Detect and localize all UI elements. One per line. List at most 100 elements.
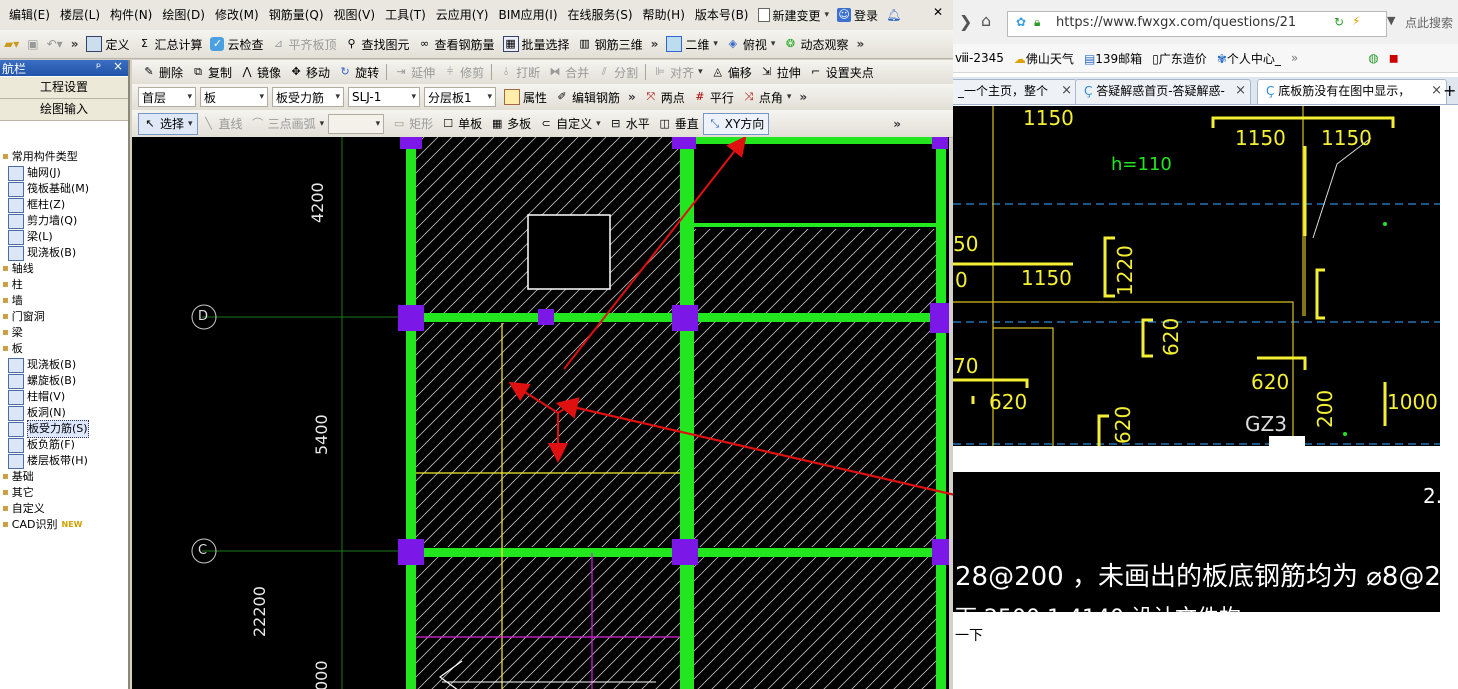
batch-select-button[interactable]: ▦ 批量选择 <box>499 34 574 54</box>
point-angle-dropdown[interactable]: ⤨ 点角 ▾ <box>738 87 796 107</box>
close-icon[interactable]: × <box>1061 80 1072 102</box>
menu-cloud[interactable]: 云应用(Y) <box>431 4 494 26</box>
slab-region[interactable] <box>412 323 682 547</box>
beam[interactable] <box>680 137 694 689</box>
tree-item[interactable]: 框柱(Z) <box>0 197 128 213</box>
beam[interactable] <box>687 223 943 227</box>
browser-tab[interactable]: Ç 答疑解惑首页-答疑解惑- × <box>1075 79 1251 104</box>
column[interactable] <box>672 305 698 331</box>
define-button[interactable]: 定义 <box>82 34 133 54</box>
forward-icon[interactable]: ❯ <box>959 12 972 31</box>
new-change-button[interactable]: 新建变更 ▾ <box>754 5 834 25</box>
home-icon[interactable]: ⌂ <box>981 11 991 30</box>
browser-tab-active[interactable]: Ç 底板筋没有在图中显示， × <box>1257 79 1447 104</box>
cloud-check-button[interactable]: ✓ 云检查 <box>206 34 267 54</box>
xy-direction-button[interactable]: ⤡ XY方向 <box>702 112 770 135</box>
menu-edit[interactable]: 编辑(E) <box>4 4 55 26</box>
break-button[interactable]: ⫰ 打断 <box>495 62 544 82</box>
toolbar-overflow-icon[interactable]: » <box>67 37 83 51</box>
tree-group[interactable]: ▪ 梁 <box>0 325 128 341</box>
stretch-button[interactable]: ⇲ 拉伸 <box>756 62 805 82</box>
app-icon[interactable]: ◍ <box>1368 51 1378 65</box>
layer-select[interactable]: 分层板1 ▾ <box>424 87 496 107</box>
url-field[interactable]: ✿ 🔒︎ https://www.fwxgx.com/questions/21 … <box>1007 11 1387 37</box>
trim-button[interactable]: ⫩ 修剪 <box>439 62 488 82</box>
move-button[interactable]: ✥ 移动 <box>285 62 334 82</box>
dynamic-orbit-button[interactable]: ❂ 动态观察 <box>779 34 852 54</box>
menu-draw[interactable]: 绘图(D) <box>157 4 210 26</box>
menu-floor[interactable]: 楼层(L) <box>55 4 105 26</box>
undo-icon[interactable]: ↶▾ <box>43 34 67 54</box>
favorite-item[interactable]: ✾个人中心_ <box>1217 50 1281 67</box>
tree-group[interactable]: ▪ 轴线 <box>0 261 128 277</box>
search-input[interactable]: 点此搜索 <box>1405 14 1453 31</box>
column[interactable] <box>400 137 422 149</box>
open-icon[interactable]: ▰▾ <box>0 34 23 54</box>
properties-button[interactable]: 属性 <box>500 87 551 107</box>
parallel-button[interactable]: # 平行 <box>689 87 738 107</box>
toolbar-overflow-icon[interactable]: » <box>852 37 868 51</box>
app-icon[interactable]: ◼ <box>1389 51 1399 65</box>
menu-online[interactable]: 在线服务(S) <box>563 4 638 26</box>
tree-group[interactable]: ▪ 门窗洞 <box>0 309 128 325</box>
menu-bim[interactable]: BIM应用(I) <box>493 4 562 26</box>
floor-select[interactable]: 首层 ▾ <box>138 87 196 107</box>
tree-item[interactable]: 板受力筋(S) <box>0 420 128 438</box>
tree-item[interactable]: 楼层板带(H) <box>0 453 128 469</box>
summary-calc-button[interactable]: Σ 汇总计算 <box>133 34 206 54</box>
refresh-icon[interactable]: ↻ <box>1334 15 1344 29</box>
tree-item[interactable]: 现浇板(B) <box>0 245 128 261</box>
find-element-button[interactable]: ⚲ 查找图元 <box>341 34 414 54</box>
toolbar-overflow-icon[interactable]: » <box>889 117 905 131</box>
column[interactable] <box>398 305 424 331</box>
menu-rebar-qty[interactable]: 钢筋量(Q) <box>264 4 329 26</box>
new-tab-icon[interactable]: + <box>1443 81 1456 100</box>
rebar-3d-button[interactable]: ▥ 钢筋三维 <box>574 34 647 54</box>
slab-opening[interactable] <box>527 214 611 290</box>
type-select[interactable]: 板受力筋 ▾ <box>272 87 344 107</box>
slab-region[interactable] <box>687 229 942 547</box>
favorite-item[interactable]: ⅷ-2345 <box>955 51 1004 65</box>
delete-button[interactable]: ✎ 删除 <box>138 62 187 82</box>
notify-icon[interactable]: 🔔︎ <box>882 5 905 25</box>
tree-group[interactable]: ▪ 柱 <box>0 277 128 293</box>
tree-group[interactable]: ▪ 基础 <box>0 469 128 485</box>
tree-group[interactable]: ▪ 自定义 <box>0 501 128 517</box>
column[interactable] <box>932 539 949 565</box>
tree-item[interactable]: 筏板基础(M) <box>0 181 128 197</box>
chevron-down-icon[interactable]: ▼ <box>1387 14 1395 27</box>
set-grip-button[interactable]: ⌐ 设置夹点 <box>805 62 878 82</box>
tree-group[interactable]: ▪ 板 <box>0 341 128 357</box>
split-button[interactable]: ⫽ 分割 <box>593 62 642 82</box>
menu-version[interactable]: 版本号(B) <box>690 4 754 26</box>
toolbar-overflow-icon[interactable]: » <box>647 37 663 51</box>
menu-component[interactable]: 构件(N) <box>105 4 157 26</box>
toolbar-overflow-icon[interactable]: » <box>795 90 811 104</box>
menu-help[interactable]: 帮助(H) <box>638 4 690 26</box>
favorite-item[interactable]: ▤139邮箱 <box>1084 50 1142 67</box>
rect-tool-button[interactable]: ▭ 矩形 <box>388 114 437 134</box>
beam[interactable] <box>406 137 416 689</box>
slab-region[interactable] <box>687 553 942 689</box>
favorite-item[interactable]: ☁佛山天气 <box>1014 50 1074 67</box>
column[interactable] <box>672 137 696 149</box>
column[interactable] <box>932 137 948 149</box>
arc-option-select[interactable]: ▾ <box>328 113 385 134</box>
menu-modify[interactable]: 修改(M) <box>210 4 264 26</box>
vertical-button[interactable]: ◫ 垂直 <box>654 114 703 134</box>
view-rebar-qty-button[interactable]: ∞ 查看钢筋量 <box>414 34 499 54</box>
multi-slab-button[interactable]: ▦ 多板 <box>486 114 535 134</box>
tree-item[interactable]: 现浇板(B) <box>0 357 128 373</box>
close-icon[interactable]: × <box>1431 80 1442 102</box>
column[interactable] <box>930 303 949 333</box>
tree-item[interactable]: 板负筋(F) <box>0 437 128 453</box>
column[interactable] <box>538 309 554 325</box>
login-button[interactable]: ☺ 登录 <box>833 5 882 25</box>
flush-slab-top-button[interactable]: ⊿ 平齐板顶 <box>268 34 341 54</box>
menu-tools[interactable]: 工具(T) <box>380 4 431 26</box>
rotate-button[interactable]: ↻ 旋转 <box>334 62 383 82</box>
edit-rebar-button[interactable]: ✐ 编辑钢筋 <box>551 87 624 107</box>
close-icon[interactable]: × <box>1235 80 1246 102</box>
tree-item[interactable]: 螺旋板(B) <box>0 373 128 389</box>
extend-button[interactable]: ⇥ 延伸 <box>390 62 439 82</box>
